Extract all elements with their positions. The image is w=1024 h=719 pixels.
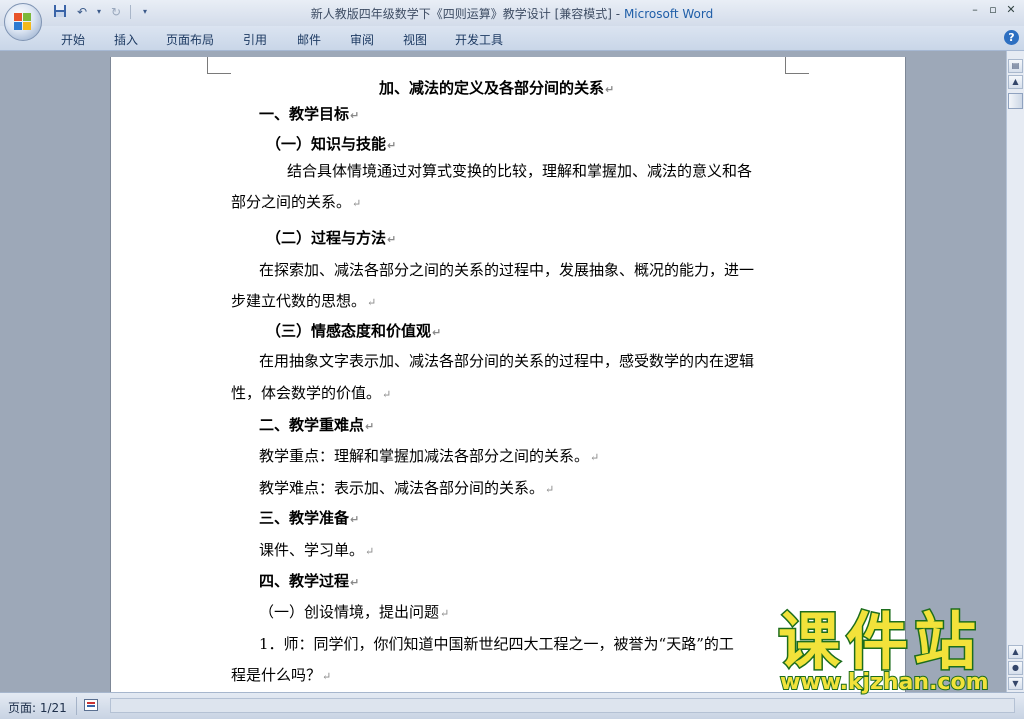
paragraph-line: 课件、学习单。↵ (259, 541, 375, 559)
window-title: 新人教版四年级数学下《四则运算》教学设计 [兼容模式] - Microsoft … (0, 5, 1024, 22)
ribbon-tabs: 开始 插入 页面布局 引用 邮件 审阅 视图 开发工具 ? (0, 26, 1024, 51)
document-page[interactable]: 加、减法的定义及各部分间的关系↵ 一、教学目标↵ （一）知识与技能↵ 结合具体情… (110, 57, 906, 692)
crop-mark (207, 57, 208, 73)
paragraph-line: 在用抽象文字表示加、减法各部分间的关系的过程中，感受数学的内在逻辑 (259, 352, 755, 370)
paragraph-line: 教学难点：表示加、减法各部分间的关系。↵ (259, 479, 555, 497)
office-logo-icon (14, 13, 32, 31)
customize-toolbar-icon[interactable]: ▾ (137, 4, 153, 20)
close-icon[interactable]: ✕ (1002, 2, 1020, 18)
tab-page-layout[interactable]: 页面布局 (166, 31, 214, 48)
browse-object-icon[interactable]: ● (1008, 661, 1023, 675)
tab-home[interactable]: 开始 (61, 31, 85, 48)
watermark-url: www.kjzhan.com (779, 669, 990, 696)
paragraph-line: （一）创设情境，提出问题↵ (259, 603, 450, 621)
paragraph-line: 结合具体情境通过对算式变换的比较，理解和掌握加、减法的意义和各 (287, 162, 753, 180)
redo-icon[interactable]: ↻ (108, 4, 124, 20)
heading-objectives: 一、教学目标↵ (259, 105, 360, 123)
help-icon[interactable]: ? (1004, 30, 1019, 45)
crop-mark (785, 73, 809, 74)
title-separator: - (611, 7, 624, 21)
tab-insert[interactable]: 插入 (114, 31, 138, 48)
paragraph-line: 在探索加、减法各部分之间的关系的过程中，发展抽象、概况的能力，进一 (259, 261, 755, 279)
window-controls: – ▫ ✕ (966, 2, 1020, 18)
document-title: 加、减法的定义及各部分间的关系↵ (379, 79, 615, 97)
dropdown-icon[interactable]: ▾ (96, 4, 102, 20)
paragraph-line: 性，体会数学的价值。↵ (231, 384, 392, 402)
paragraph-line: 1．师：同学们，你们知道中国新世纪四大工程之一，被誉为“天路”的工 (259, 635, 734, 653)
spelling-check-icon[interactable] (84, 699, 98, 711)
next-page-icon[interactable]: ▼ (1008, 677, 1023, 690)
subheading-process-methods: （二）过程与方法↵ (266, 229, 397, 247)
heading-preparation: 三、教学准备↵ (259, 509, 360, 527)
paragraph-line: 程是什么吗？↵ (231, 666, 332, 684)
tab-references[interactable]: 引用 (243, 31, 267, 48)
document-name: 新人教版四年级数学下《四则运算》教学设计 (310, 7, 551, 21)
office-button[interactable] (4, 3, 42, 41)
minimize-icon[interactable]: – (966, 2, 984, 18)
crop-mark (207, 73, 231, 74)
site-watermark: 课件站 www.kjzhan.com (776, 605, 1008, 696)
app-name: Microsoft Word (623, 7, 714, 21)
title-bar: 新人教版四年级数学下《四则运算》教学设计 [兼容模式] - Microsoft … (0, 0, 1024, 26)
tab-review[interactable]: 审阅 (350, 31, 374, 48)
paragraph-line: 步建立代数的思想。↵ (231, 292, 377, 310)
previous-page-icon[interactable]: ▲ (1008, 645, 1023, 659)
compat-mode-label: [兼容模式] (554, 7, 612, 21)
tab-developer[interactable]: 开发工具 (455, 31, 503, 48)
subheading-knowledge-skills: （一）知识与技能↵ (266, 135, 397, 153)
heading-teaching-process: 四、教学过程↵ (259, 572, 360, 590)
paragraph-line: 教学重点：理解和掌握加减法各部分之间的关系。↵ (259, 447, 600, 465)
tab-mailings[interactable]: 邮件 (297, 31, 321, 48)
restore-icon[interactable]: ▫ (984, 2, 1002, 18)
paragraph-line: 部分之间的关系。↵ (231, 193, 362, 211)
horizontal-scrollbar[interactable] (110, 698, 1015, 713)
undo-icon[interactable]: ↶ (74, 4, 90, 20)
quick-access-toolbar: ↶ ▾ ↻ ▾ (52, 4, 153, 20)
toolbar-divider (130, 5, 131, 19)
save-icon[interactable] (52, 4, 68, 20)
status-divider (76, 697, 77, 715)
scroll-up-icon[interactable]: ▲ (1008, 75, 1023, 89)
subheading-attitudes-values: （三）情感态度和价值观↵ (266, 322, 442, 340)
vertical-scrollbar[interactable]: ▤ ▲ ▲ ● ▼ (1006, 51, 1024, 692)
heading-key-points: 二、教学重难点↵ (259, 416, 375, 434)
crop-mark (785, 57, 786, 73)
tab-view[interactable]: 视图 (403, 31, 427, 48)
scrollbar-thumb[interactable] (1008, 93, 1023, 109)
page-count[interactable]: 页面: 1/21 (8, 699, 67, 716)
ruler-toggle-icon[interactable]: ▤ (1008, 59, 1023, 73)
watermark-logo-text: 课件站 (776, 605, 983, 678)
status-bar: 页面: 1/21 (0, 692, 1024, 719)
document-workspace[interactable]: 加、减法的定义及各部分间的关系↵ 一、教学目标↵ （一）知识与技能↵ 结合具体情… (0, 51, 1006, 692)
